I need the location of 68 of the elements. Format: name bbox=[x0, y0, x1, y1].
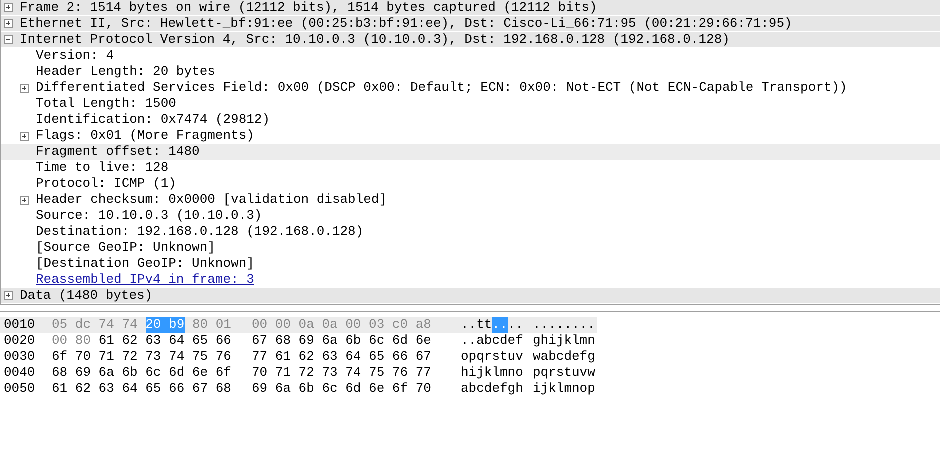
field-label: Header checksum: 0x0000 [validation disabled] bbox=[36, 192, 388, 208]
expand-icon[interactable] bbox=[4, 3, 13, 12]
tree-row[interactable]: Version: 4 bbox=[1, 48, 940, 64]
field-label: Identification: 0x7474 (29812) bbox=[36, 112, 270, 128]
field-label: Header Length: 20 bytes bbox=[36, 64, 216, 80]
tree-row[interactable]: Destination: 192.168.0.128 (192.168.0.128) bbox=[1, 224, 940, 240]
field-label: Flags: 0x01 (More Fragments) bbox=[36, 128, 254, 144]
ascii-text[interactable]: pqrstuvw bbox=[533, 365, 596, 381]
ascii-text[interactable]: ..tt bbox=[461, 317, 492, 333]
tree-row[interactable]: [Source GeoIP: Unknown] bbox=[1, 240, 940, 256]
field-label: [Source GeoIP: Unknown] bbox=[36, 240, 216, 256]
tree-row[interactable]: Time to live: 128 bbox=[1, 160, 940, 176]
hex-bytes[interactable]: 68 69 6a 6b 6c 6d 6e 6f bbox=[52, 365, 232, 381]
ascii-text[interactable]: ..abcdef bbox=[461, 333, 524, 349]
field-label: Time to live: 128 bbox=[36, 160, 169, 176]
protocol-row[interactable]: Internet Protocol Version 4, Src: 10.10.0.3 (10.10.0.3), Dst: 192.168.0.128 (192.168.0.128) bbox=[1, 32, 940, 48]
tree-row[interactable]: Reassembled IPv4 in frame: 3 bbox=[1, 272, 940, 288]
hex-bytes[interactable]: 70 71 72 73 74 75 76 77 bbox=[252, 365, 432, 381]
ascii-text[interactable]: hijklmno bbox=[461, 365, 524, 381]
protocol-label: Internet Protocol Version 4, Src: 10.10.0.3 (10.10.0.3), Dst: 192.168.0.128 (192.168.0.128) bbox=[20, 32, 730, 48]
tree-row[interactable]: Header checksum: 0x0000 [validation disabled] bbox=[1, 192, 940, 208]
expand-icon[interactable] bbox=[4, 291, 13, 300]
tree-row[interactable]: Header Length: 20 bytes bbox=[1, 64, 940, 80]
field-label: Total Length: 1500 bbox=[36, 96, 176, 112]
hex-bytes[interactable]: 00 80 bbox=[52, 333, 92, 349]
ascii-text[interactable]: wabcdefg bbox=[533, 349, 596, 365]
expand-icon[interactable] bbox=[4, 19, 13, 28]
offset-label: 0050 bbox=[4, 381, 36, 397]
hex-bytes[interactable]: 61 62 63 64 65 66 67 68 bbox=[52, 381, 232, 397]
offset-label: 0010 bbox=[4, 317, 36, 333]
expand-icon[interactable] bbox=[20, 84, 29, 92]
ascii-text[interactable]: abcdefgh bbox=[461, 381, 524, 397]
field-label: [Destination GeoIP: Unknown] bbox=[36, 256, 254, 272]
hex-bytes[interactable]: 6f 70 71 72 73 74 75 76 bbox=[52, 349, 232, 365]
collapse-icon[interactable] bbox=[4, 35, 13, 44]
expand-icon[interactable] bbox=[20, 196, 29, 204]
hex-bytes[interactable]: 77 61 62 63 64 65 66 67 bbox=[252, 349, 432, 365]
protocol-label: Frame 2: 1514 bytes on wire (12112 bits), 1514 bytes captured (12112 bits) bbox=[20, 0, 598, 16]
protocol-row[interactable]: Ethernet II, Src: Hewlett-_bf:91:ee (00:25:b3:bf:91:ee), Dst: Cisco-Li_66:71:95 (00:21:29:66:71:95) bbox=[1, 16, 940, 32]
expand-icon[interactable] bbox=[20, 132, 29, 140]
tree-row[interactable]: Identification: 0x7474 (29812) bbox=[1, 112, 940, 128]
hex-bytes[interactable]: 69 6a 6b 6c 6d 6e 6f 70 bbox=[252, 381, 432, 397]
tree-row[interactable]: Total Length: 1500 bbox=[1, 96, 940, 112]
protocol-row[interactable]: Data (1480 bytes) bbox=[1, 288, 940, 304]
protocol-label: Ethernet II, Src: Hewlett-_bf:91:ee (00:25:b3:bf:91:ee), Dst: Cisco-Li_66:71:95 (00:21:29:66:71:95) bbox=[20, 16, 792, 32]
tree-row[interactable]: Fragment offset: 1480 bbox=[1, 144, 940, 160]
tree-row[interactable]: Source: 10.10.0.3 (10.10.0.3) bbox=[1, 208, 940, 224]
protocol-row[interactable]: Frame 2: 1514 bytes on wire (12112 bits), 1514 bytes captured (12112 bits) bbox=[1, 0, 940, 16]
tree-row[interactable]: Flags: 0x01 (More Fragments) bbox=[1, 128, 940, 144]
protocol-label: Data (1480 bytes) bbox=[20, 288, 153, 304]
hex-bytes[interactable]: 67 68 69 6a 6b 6c 6d 6e bbox=[252, 333, 432, 349]
field-label: Protocol: ICMP (1) bbox=[36, 176, 176, 192]
offset-label: 0020 bbox=[4, 333, 36, 349]
ascii-text[interactable]: opqrstuv bbox=[461, 349, 524, 365]
field-label: Version: 4 bbox=[36, 48, 114, 64]
ascii-text[interactable]: ........ bbox=[533, 317, 596, 333]
field-label: Fragment offset: 1480 bbox=[36, 144, 200, 160]
ascii-text[interactable]: .. bbox=[508, 317, 524, 333]
tree-row[interactable]: Protocol: ICMP (1) bbox=[1, 176, 940, 192]
hex-bytes[interactable]: 61 62 63 64 65 66 bbox=[98, 333, 232, 349]
ascii-text[interactable]: ijklmnop bbox=[533, 381, 596, 397]
field-label: Destination: 192.168.0.128 (192.168.0.128) bbox=[36, 224, 364, 240]
field-label: Source: 10.10.0.3 (10.10.0.3) bbox=[36, 208, 262, 224]
ascii-text[interactable]: ghijklmn bbox=[533, 333, 596, 349]
tree-row[interactable]: [Destination GeoIP: Unknown] bbox=[1, 256, 940, 272]
offset-label: 0040 bbox=[4, 365, 36, 381]
frame-link[interactable]: Reassembled IPv4 in frame: 3 bbox=[36, 272, 254, 288]
offset-label: 0030 bbox=[4, 349, 36, 365]
